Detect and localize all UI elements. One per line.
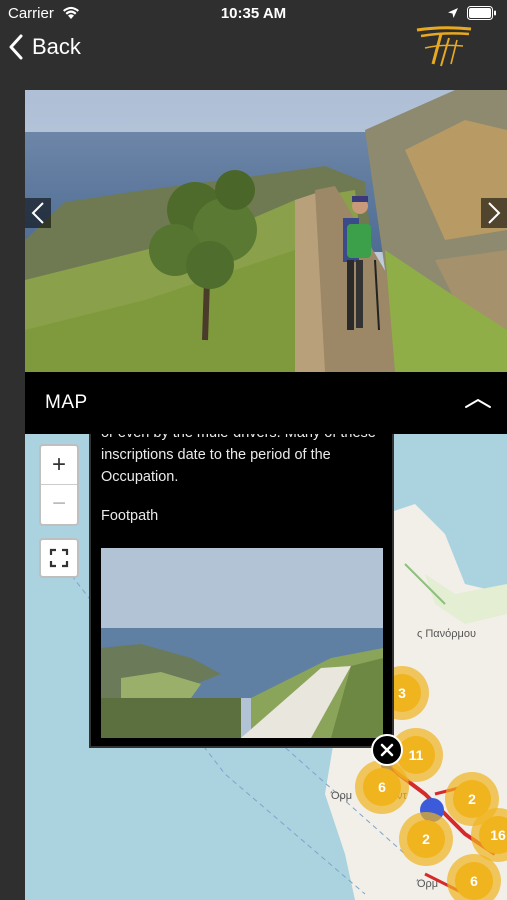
hiking-trail-photo[interactable] [25, 90, 507, 372]
fullscreen-icon [49, 548, 69, 568]
popup-photo[interactable] [101, 548, 383, 738]
footpath-image [101, 548, 383, 738]
zoom-control: + − [39, 444, 79, 526]
popup-close-button[interactable] [371, 734, 403, 766]
status-time: 10:35 AM [220, 5, 287, 22]
fullscreen-button[interactable] [39, 538, 79, 578]
map-popup: or even by the mule-drivers. Many of the… [89, 434, 394, 748]
trail-map[interactable]: ς Πανόρμου Όρμ ντ Όρμ 3 11 6 2 2 16 6 + … [25, 434, 507, 900]
location-arrow-icon [448, 8, 458, 18]
detail-content: MAP ς Πανόρμου Όρμ ντ Όρμ 3 11 6 2 2 16 … [25, 90, 507, 900]
place-label: Όρμ [331, 790, 353, 802]
nav-bar: Back [0, 26, 507, 88]
map-section-title: MAP [45, 392, 88, 413]
next-photo-button[interactable] [481, 198, 507, 228]
close-icon [380, 743, 394, 757]
map-cluster[interactable]: 6 [447, 854, 501, 900]
popup-footpath-label: Footpath [101, 508, 159, 524]
back-button[interactable]: Back [8, 34, 81, 60]
chevron-up-icon[interactable] [463, 388, 493, 418]
map-cluster[interactable]: 6 [355, 760, 409, 814]
zoom-out-button[interactable]: − [41, 484, 77, 523]
map-cluster[interactable]: 2 [399, 812, 453, 866]
battery-icon [467, 6, 496, 20]
chevron-right-icon [488, 202, 501, 224]
map-section-header[interactable]: MAP [25, 372, 507, 434]
status-right [447, 6, 497, 20]
app-logo [416, 26, 472, 67]
prev-photo-button[interactable] [25, 198, 51, 228]
chevron-left-icon [31, 202, 44, 224]
back-label: Back [32, 34, 81, 59]
trail-image [25, 90, 507, 372]
chevron-left-icon [9, 34, 23, 60]
popup-description: or even by the mule-drivers. Many of the… [101, 434, 376, 485]
place-label: Όρμ [417, 878, 439, 890]
zoom-in-button[interactable]: + [41, 446, 77, 484]
place-label: ς Πανόρμου [417, 628, 477, 640]
